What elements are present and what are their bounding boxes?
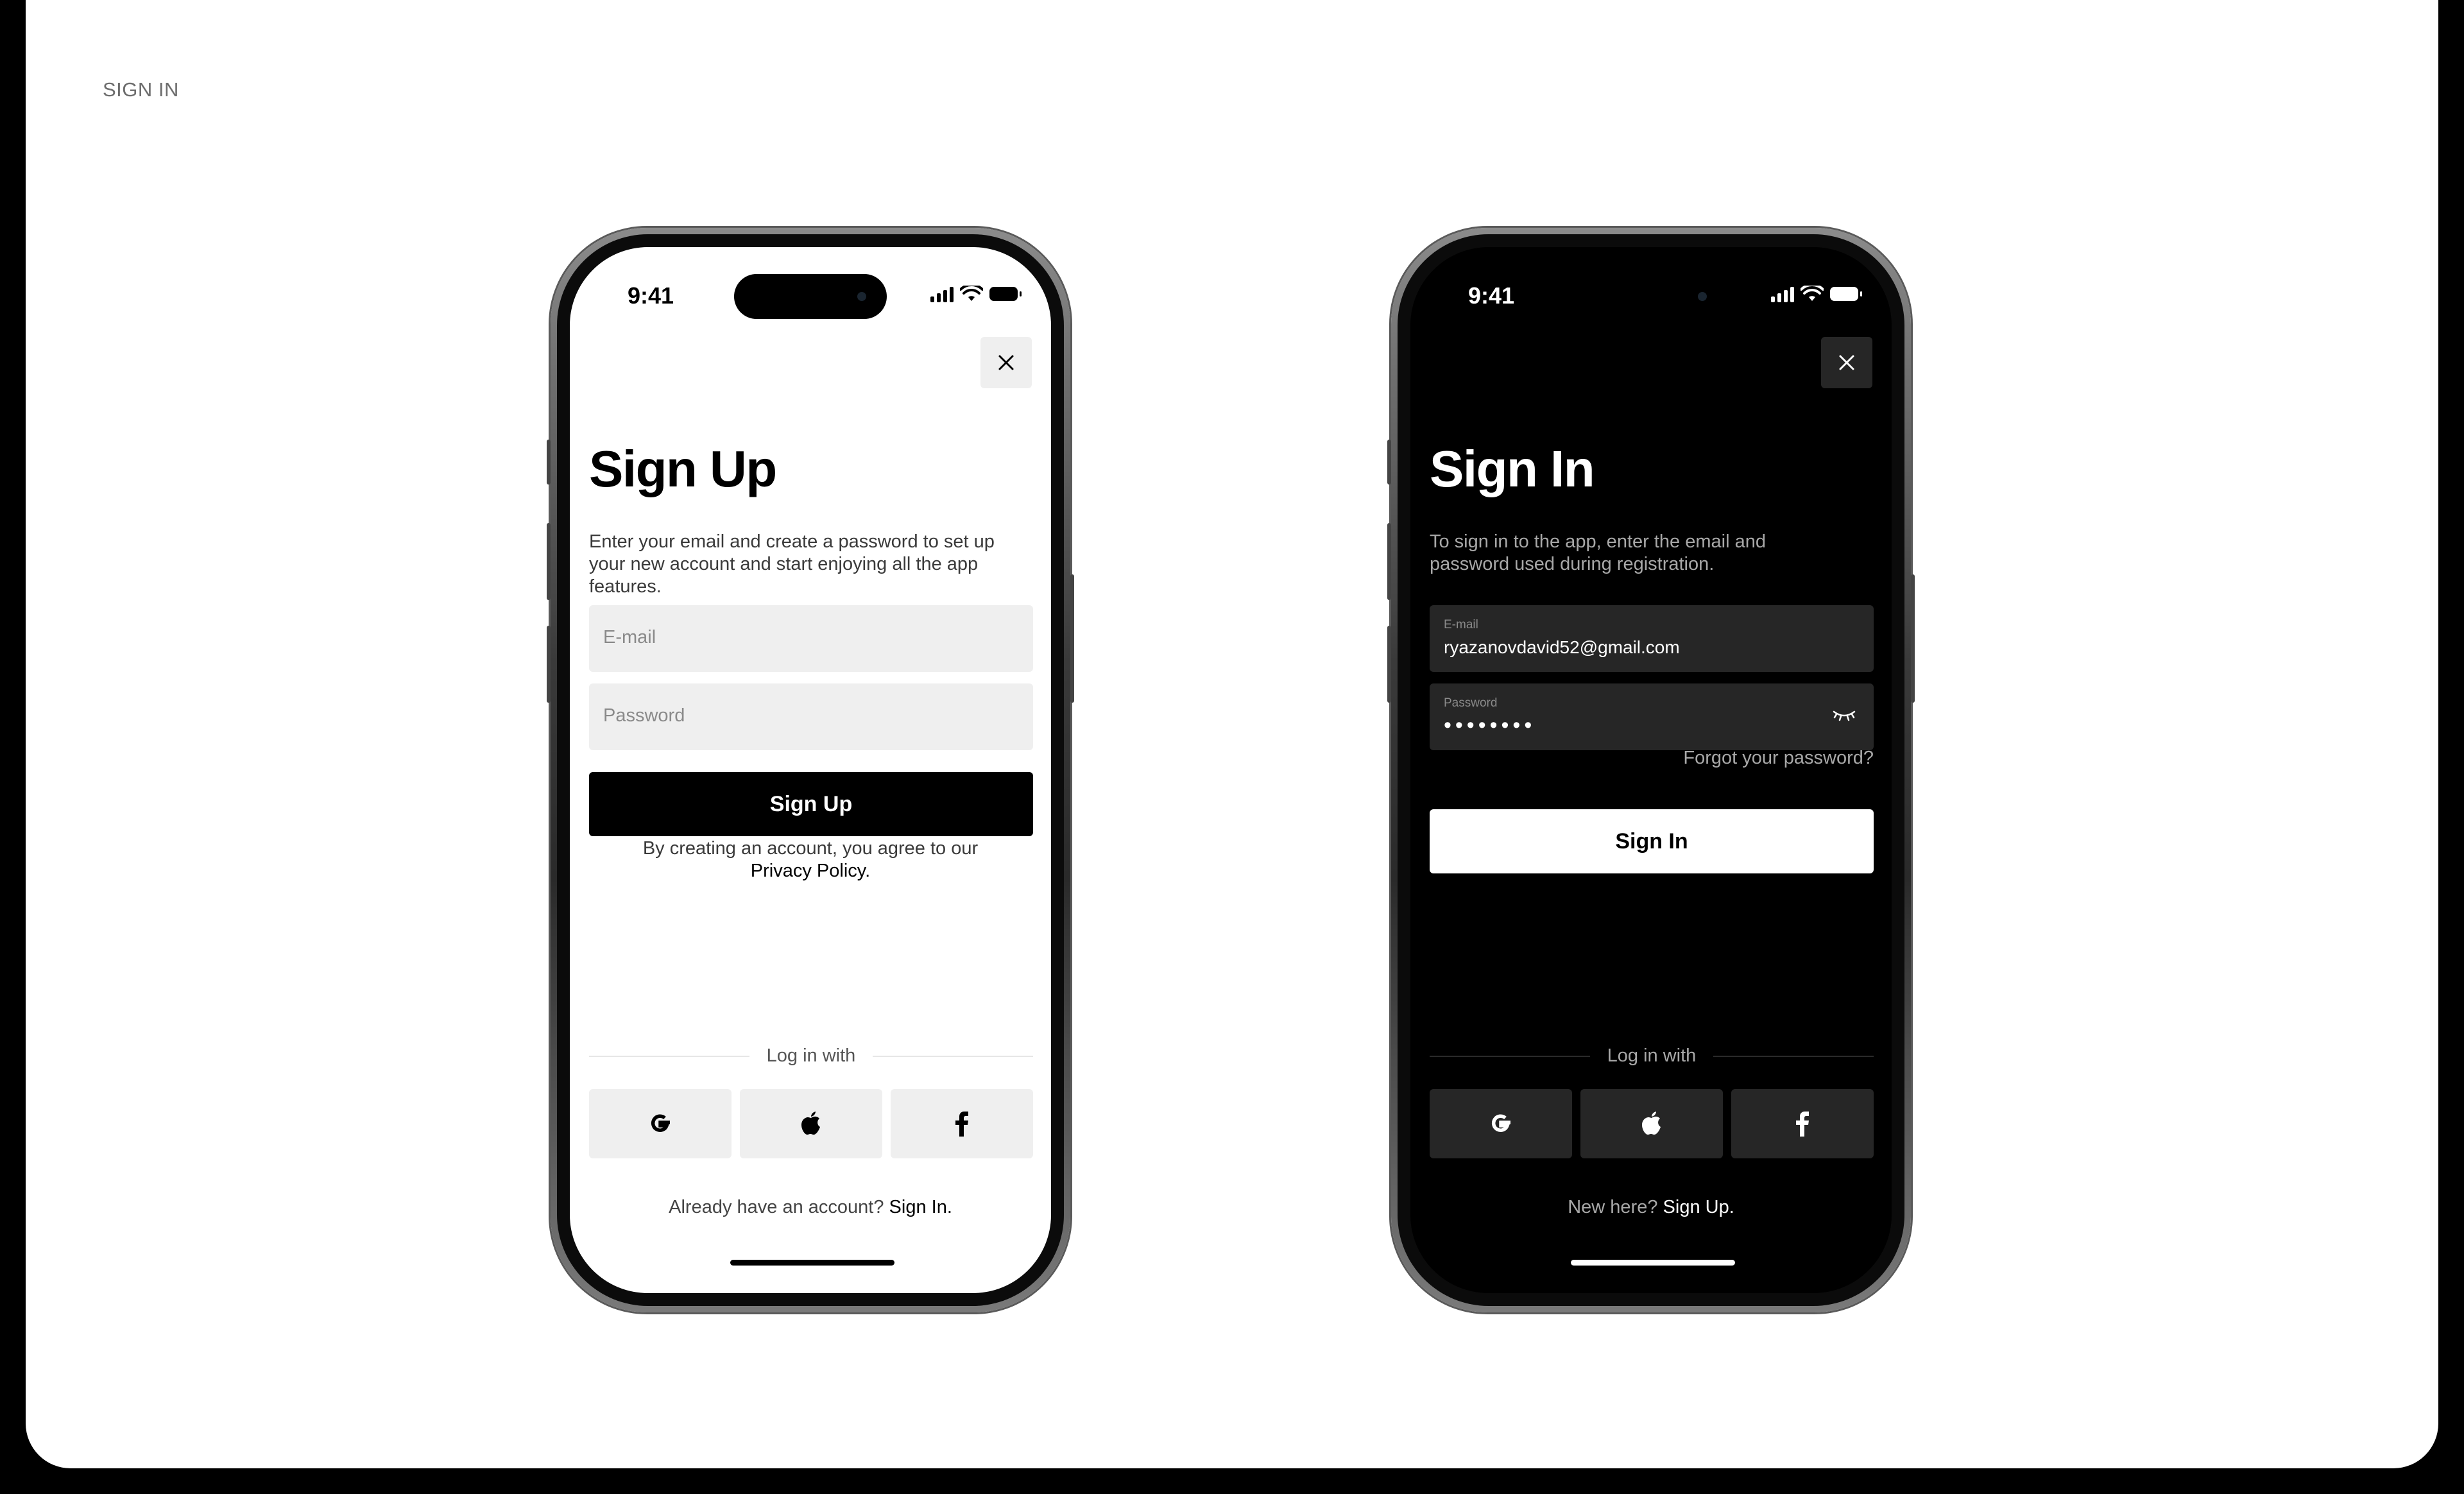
facebook-icon (1796, 1112, 1809, 1137)
close-button[interactable] (1821, 337, 1872, 388)
dynamic-island (1575, 274, 1727, 319)
email-field[interactable]: E-mail (589, 605, 1033, 672)
password-placeholder: Password (603, 705, 685, 726)
email-placeholder: E-mail (603, 627, 656, 648)
google-login-button[interactable] (589, 1089, 732, 1158)
status-time: 9:41 (628, 282, 674, 309)
divider-text: Log in with (766, 1045, 856, 1066)
sign-up-button[interactable]: Sign Up (589, 772, 1033, 836)
home-indicator[interactable] (1571, 1260, 1735, 1266)
phone-frame-signin: 9:41 Sign In To sign in to the app, ente… (1387, 228, 1915, 1312)
social-divider: Log in with (1430, 1043, 1874, 1069)
cellular-signal-icon (930, 286, 954, 302)
artboard (26, 0, 2438, 1468)
wifi-icon (960, 286, 983, 301)
google-login-button[interactable] (1430, 1089, 1572, 1158)
page-subtitle: To sign in to the app, enter the email a… (1430, 531, 1766, 574)
social-divider: Log in with (589, 1043, 1033, 1069)
footer-text: New here? (1568, 1197, 1658, 1217)
signin-screen: 9:41 Sign In To sign in to the app, ente… (1410, 247, 1892, 1293)
facebook-icon (955, 1112, 968, 1137)
password-field[interactable]: Password •••••••• (1430, 683, 1874, 750)
page-subtitle: Enter your email and create a password t… (589, 531, 995, 597)
sign-in-link[interactable]: Sign In. (889, 1197, 952, 1217)
email-value: ryazanovdavid52@gmail.com (1444, 637, 1680, 657)
page-title: Sign In (1430, 440, 1595, 497)
status-icons (1771, 284, 1862, 304)
battery-icon (989, 287, 1022, 301)
section-label: SIGN IN (103, 78, 179, 101)
close-icon (1839, 355, 1854, 370)
apple-login-button[interactable] (740, 1089, 882, 1158)
signup-screen: 9:41 Sign Up Enter your email and create… (570, 247, 1051, 1293)
email-field[interactable]: E-mail ryazanovdavid52@gmail.com (1430, 605, 1874, 672)
policy-notice: By creating an account, you agree to our… (570, 837, 1051, 882)
status-time: 9:41 (1468, 282, 1515, 309)
page-title: Sign Up (589, 440, 777, 497)
apple-icon (1642, 1112, 1661, 1135)
password-value: •••••••• (1444, 713, 1536, 737)
close-icon (998, 355, 1014, 370)
home-indicator[interactable] (730, 1260, 894, 1266)
apple-icon (801, 1112, 820, 1135)
sign-up-link[interactable]: Sign Up. (1663, 1197, 1734, 1217)
footer-prompt: New here? Sign Up. (1410, 1197, 1892, 1218)
facebook-login-button[interactable] (1731, 1089, 1874, 1158)
status-icons (930, 284, 1022, 304)
close-button[interactable] (980, 337, 1032, 388)
email-label: E-mail (1444, 618, 1478, 631)
google-icon (651, 1114, 670, 1132)
privacy-policy-link[interactable]: Privacy Policy. (570, 860, 1051, 882)
cellular-signal-icon (1771, 286, 1794, 302)
dynamic-island (734, 274, 887, 319)
facebook-login-button[interactable] (891, 1089, 1033, 1158)
divider-text: Log in with (1607, 1045, 1697, 1066)
wifi-icon (1801, 286, 1824, 301)
footer-text: Already have an account? (669, 1197, 884, 1217)
sign-in-button[interactable]: Sign In (1430, 809, 1874, 873)
phone-frame-signup: 9:41 Sign Up Enter your email and create… (547, 228, 1074, 1312)
password-label: Password (1444, 696, 1498, 710)
footer-prompt: Already have an account? Sign In. (570, 1197, 1051, 1218)
apple-login-button[interactable] (1580, 1089, 1723, 1158)
forgot-password-link[interactable]: Forgot your password? (1683, 748, 1874, 769)
battery-icon (1830, 287, 1862, 301)
policy-text: By creating an account, you agree to our (642, 838, 979, 859)
eye-closed-icon[interactable] (1831, 707, 1857, 725)
google-icon (1492, 1114, 1510, 1132)
password-field[interactable]: Password (589, 683, 1033, 750)
